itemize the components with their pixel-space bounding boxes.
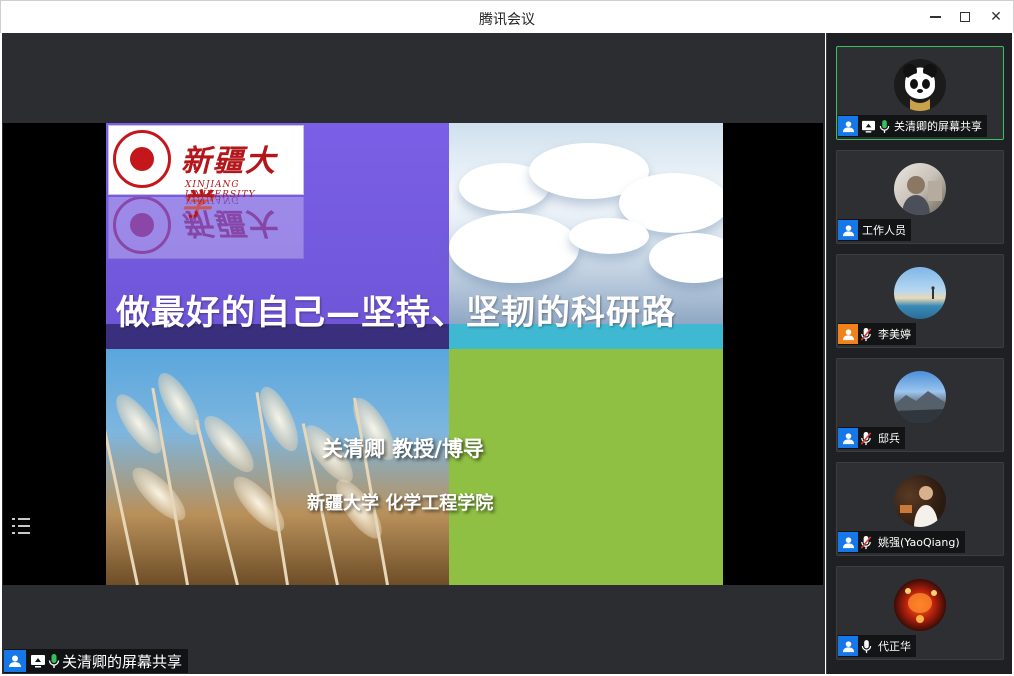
participant-label: 工作人员 [838, 219, 911, 241]
avatar [894, 267, 946, 319]
screen-share-icon [861, 120, 876, 133]
mic-muted-icon [858, 325, 874, 343]
user-icon [4, 650, 26, 672]
mic-on-icon [858, 637, 874, 655]
slide-school: 新疆大学 化学工程学院 [307, 493, 494, 514]
participant-tile[interactable]: 邸兵 [836, 358, 1004, 452]
mic-muted-icon [858, 533, 874, 551]
mic-on-icon [48, 653, 60, 669]
window-title: 腾讯会议 [479, 12, 535, 28]
participant-name: 工作人员 [862, 224, 906, 237]
participant-label: 邸兵 [838, 427, 905, 449]
logo-reflection: 新疆大学 XINJIANG UNIVERSITY [108, 197, 304, 259]
reed-plume [125, 460, 193, 528]
participant-tile[interactable]: 工作人员 [836, 150, 1004, 244]
participant-label: 代正华 [838, 635, 916, 657]
mic-on-icon [876, 117, 892, 135]
user-icon [838, 220, 858, 240]
avatar [894, 579, 946, 631]
participant-name: 关清卿的屏幕共享 [894, 120, 982, 133]
minimize-icon [929, 16, 941, 18]
user-icon [838, 532, 858, 552]
maximize-icon [960, 12, 970, 22]
user-icon [838, 636, 858, 656]
snow-mound [649, 233, 723, 283]
participant-tile[interactable]: 李美婷 [836, 254, 1004, 348]
participant-label: 李美婷 [838, 323, 916, 345]
user-icon [838, 428, 858, 448]
maximize-button[interactable] [952, 6, 978, 28]
snow-mound [569, 218, 649, 254]
participant-tile[interactable]: 代正华 [836, 566, 1004, 660]
list-icon[interactable] [12, 517, 32, 535]
shared-slide: 新疆大学 XINJIANG UNIVERSITY 新疆大学 XINJIANG U… [106, 123, 723, 585]
participant-name: 姚强(YaoQiang) [878, 536, 960, 549]
avatar [894, 163, 946, 215]
participant-name: 代正华 [878, 640, 911, 653]
user-icon [838, 324, 858, 344]
screen-share-label-text: 关清卿的屏幕共享 [62, 652, 183, 671]
snow-mound [449, 213, 579, 283]
user-icon [838, 116, 858, 136]
avatar [894, 475, 946, 527]
university-seal-icon [113, 130, 171, 188]
university-logo: 新疆大学 XINJIANG UNIVERSITY [108, 125, 304, 223]
mic-muted-icon [858, 429, 874, 447]
screen-share-icon [30, 654, 46, 668]
participant-tile[interactable]: 关清卿的屏幕共享 [836, 46, 1004, 140]
title-bar: 腾讯会议 ✕ [0, 0, 1014, 33]
avatar [894, 59, 946, 111]
screen-share-label: 关清卿的屏幕共享 [4, 649, 189, 673]
slide-photo-reeds [106, 349, 449, 585]
participant-name: 邸兵 [878, 432, 900, 445]
slide-title: 做最好的自己—坚持、坚韧的科研路 [116, 293, 676, 333]
avatar [894, 371, 946, 423]
slide-author: 关清卿 教授/博导 [322, 437, 484, 461]
participant-panel: 关清卿的屏幕共享 工作人员 李美婷 邸兵 姚强(YaoQiang) 代正华 [826, 33, 1012, 674]
minimize-button[interactable] [922, 6, 948, 28]
participant-tile[interactable]: 姚强(YaoQiang) [836, 462, 1004, 556]
participant-label: 姚强(YaoQiang) [838, 531, 965, 553]
participant-label: 关清卿的屏幕共享 [838, 115, 987, 137]
participant-name: 李美婷 [878, 328, 911, 341]
close-icon: ✕ [990, 9, 1002, 25]
slide-panel-green [449, 349, 723, 585]
reed-plume [225, 469, 293, 539]
close-button[interactable]: ✕ [983, 6, 1009, 28]
